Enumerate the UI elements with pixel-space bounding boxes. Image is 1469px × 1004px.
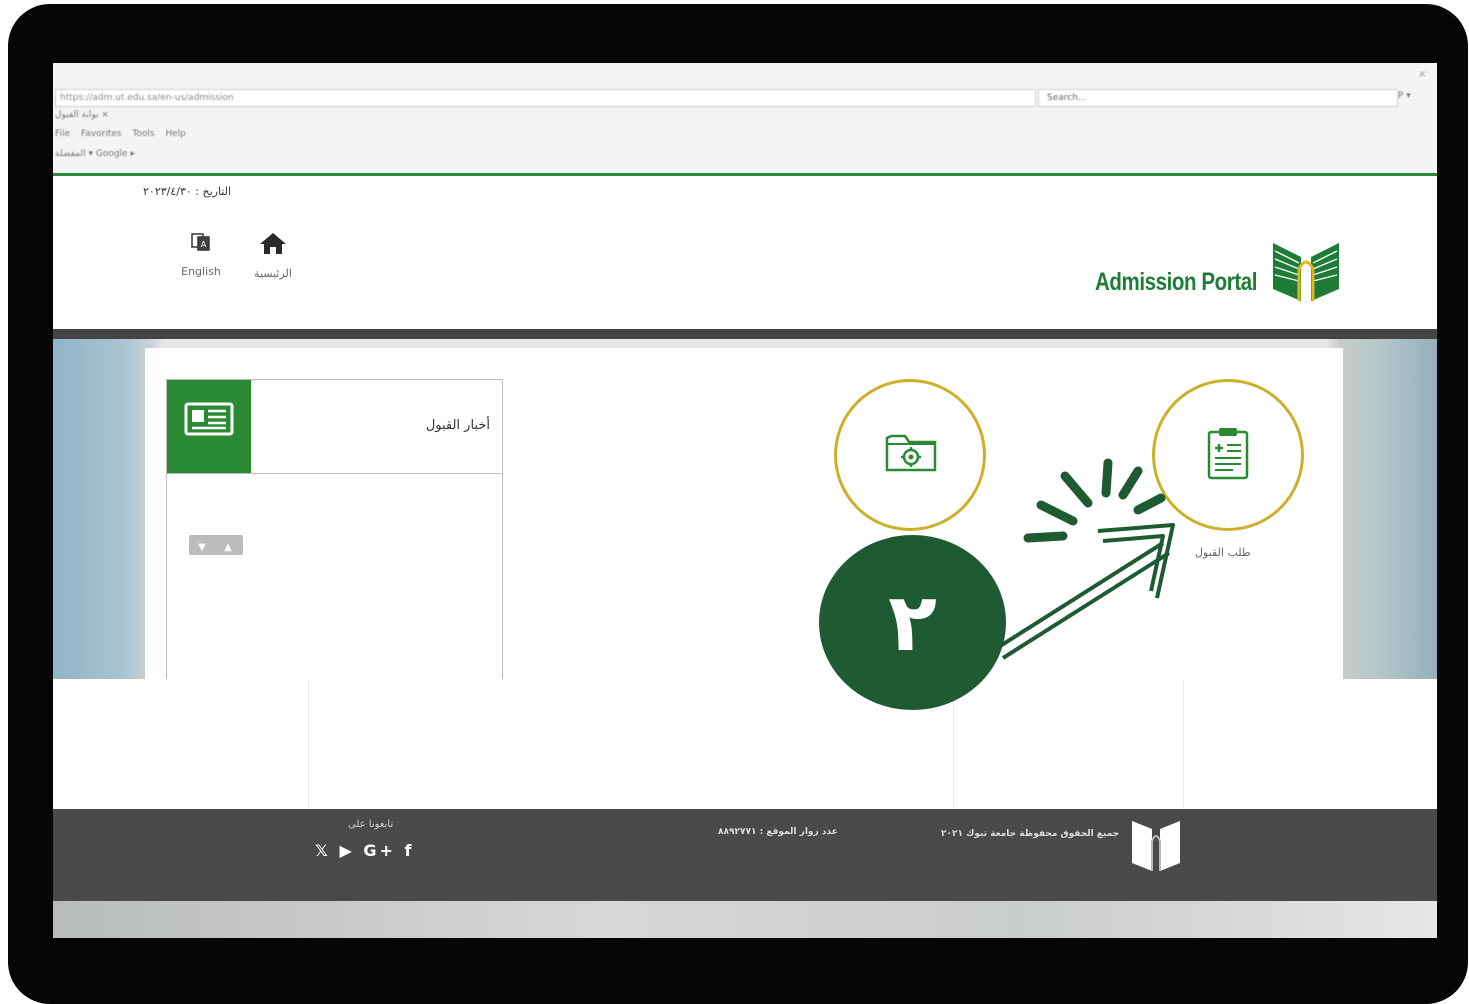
follow-us-label: تابعونا على bbox=[348, 819, 394, 830]
date-label: التاريخ : ٢٠٢٣/٤/٣٠ bbox=[143, 185, 232, 198]
news-icon-box bbox=[167, 380, 251, 473]
svg-text:A: A bbox=[201, 240, 207, 249]
column-divider bbox=[308, 679, 309, 809]
column-divider bbox=[1183, 679, 1184, 809]
footer-logo-icon bbox=[1132, 821, 1180, 871]
social-links[interactable]: 𝕏 ▶ G+ f bbox=[315, 841, 414, 860]
footer-photo-strip bbox=[53, 901, 1437, 938]
news-header: أخبار القبول bbox=[167, 380, 502, 474]
university-logo-icon[interactable] bbox=[1271, 239, 1341, 303]
language-icon: A bbox=[191, 233, 210, 251]
portal-logo-text[interactable]: Admission Portal bbox=[1095, 268, 1257, 297]
visitor-count: عدد زوار الموقع : ٨٨٩٢٧٧١ bbox=[718, 827, 838, 837]
browser-search-input[interactable]: Search... bbox=[1038, 89, 1398, 107]
zoom-control[interactable]: P ▾ bbox=[1398, 91, 1411, 101]
browser-menu-bar[interactable]: File Favorites Tools Help bbox=[55, 129, 186, 139]
folder-gear-icon bbox=[885, 434, 937, 472]
settings-service-button[interactable] bbox=[834, 379, 986, 531]
news-widget: أخبار القبول ▼ ▲ bbox=[166, 379, 503, 701]
nav-home-label: الرئيسية bbox=[254, 267, 292, 280]
window-close-button[interactable]: × bbox=[1418, 69, 1426, 80]
footer: تابعونا على 𝕏 ▶ G+ f عدد زوار الموقع : ٨… bbox=[53, 809, 1437, 901]
address-bar[interactable]: https://adm.ut.edu.sa/en-us/admission bbox=[55, 89, 1036, 107]
news-down-button[interactable]: ▼ bbox=[189, 538, 215, 558]
header-rule bbox=[53, 173, 1437, 176]
newspaper-icon bbox=[184, 402, 234, 436]
nav-home[interactable]: الرئيسية bbox=[243, 231, 303, 280]
nav-english-label: English bbox=[181, 265, 221, 278]
copyright-text: جميع الحقوق محفوظة جامعة تبوك ٢٠٢١ bbox=[941, 829, 1120, 839]
lower-content-area bbox=[53, 679, 1437, 809]
browser-chrome: × https://adm.ut.edu.sa/en-us/admission … bbox=[53, 63, 1437, 173]
browser-tab[interactable]: بوابة القبول × bbox=[55, 110, 109, 120]
news-scroll-controls: ▼ ▲ bbox=[189, 535, 243, 555]
annotation-arrow-icon bbox=[995, 458, 1175, 660]
news-title: أخبار القبول bbox=[425, 418, 490, 433]
screen: × https://adm.ut.edu.sa/en-us/admission … bbox=[53, 63, 1437, 938]
favorites-bar[interactable]: المفضلة ▾ Google ▸ bbox=[55, 149, 135, 159]
nav-english[interactable]: A English bbox=[171, 231, 231, 278]
news-up-button[interactable]: ▲ bbox=[215, 538, 241, 558]
step-number-badge: ٢ bbox=[819, 535, 1006, 710]
header-divider bbox=[53, 329, 1437, 339]
home-icon bbox=[260, 233, 286, 254]
